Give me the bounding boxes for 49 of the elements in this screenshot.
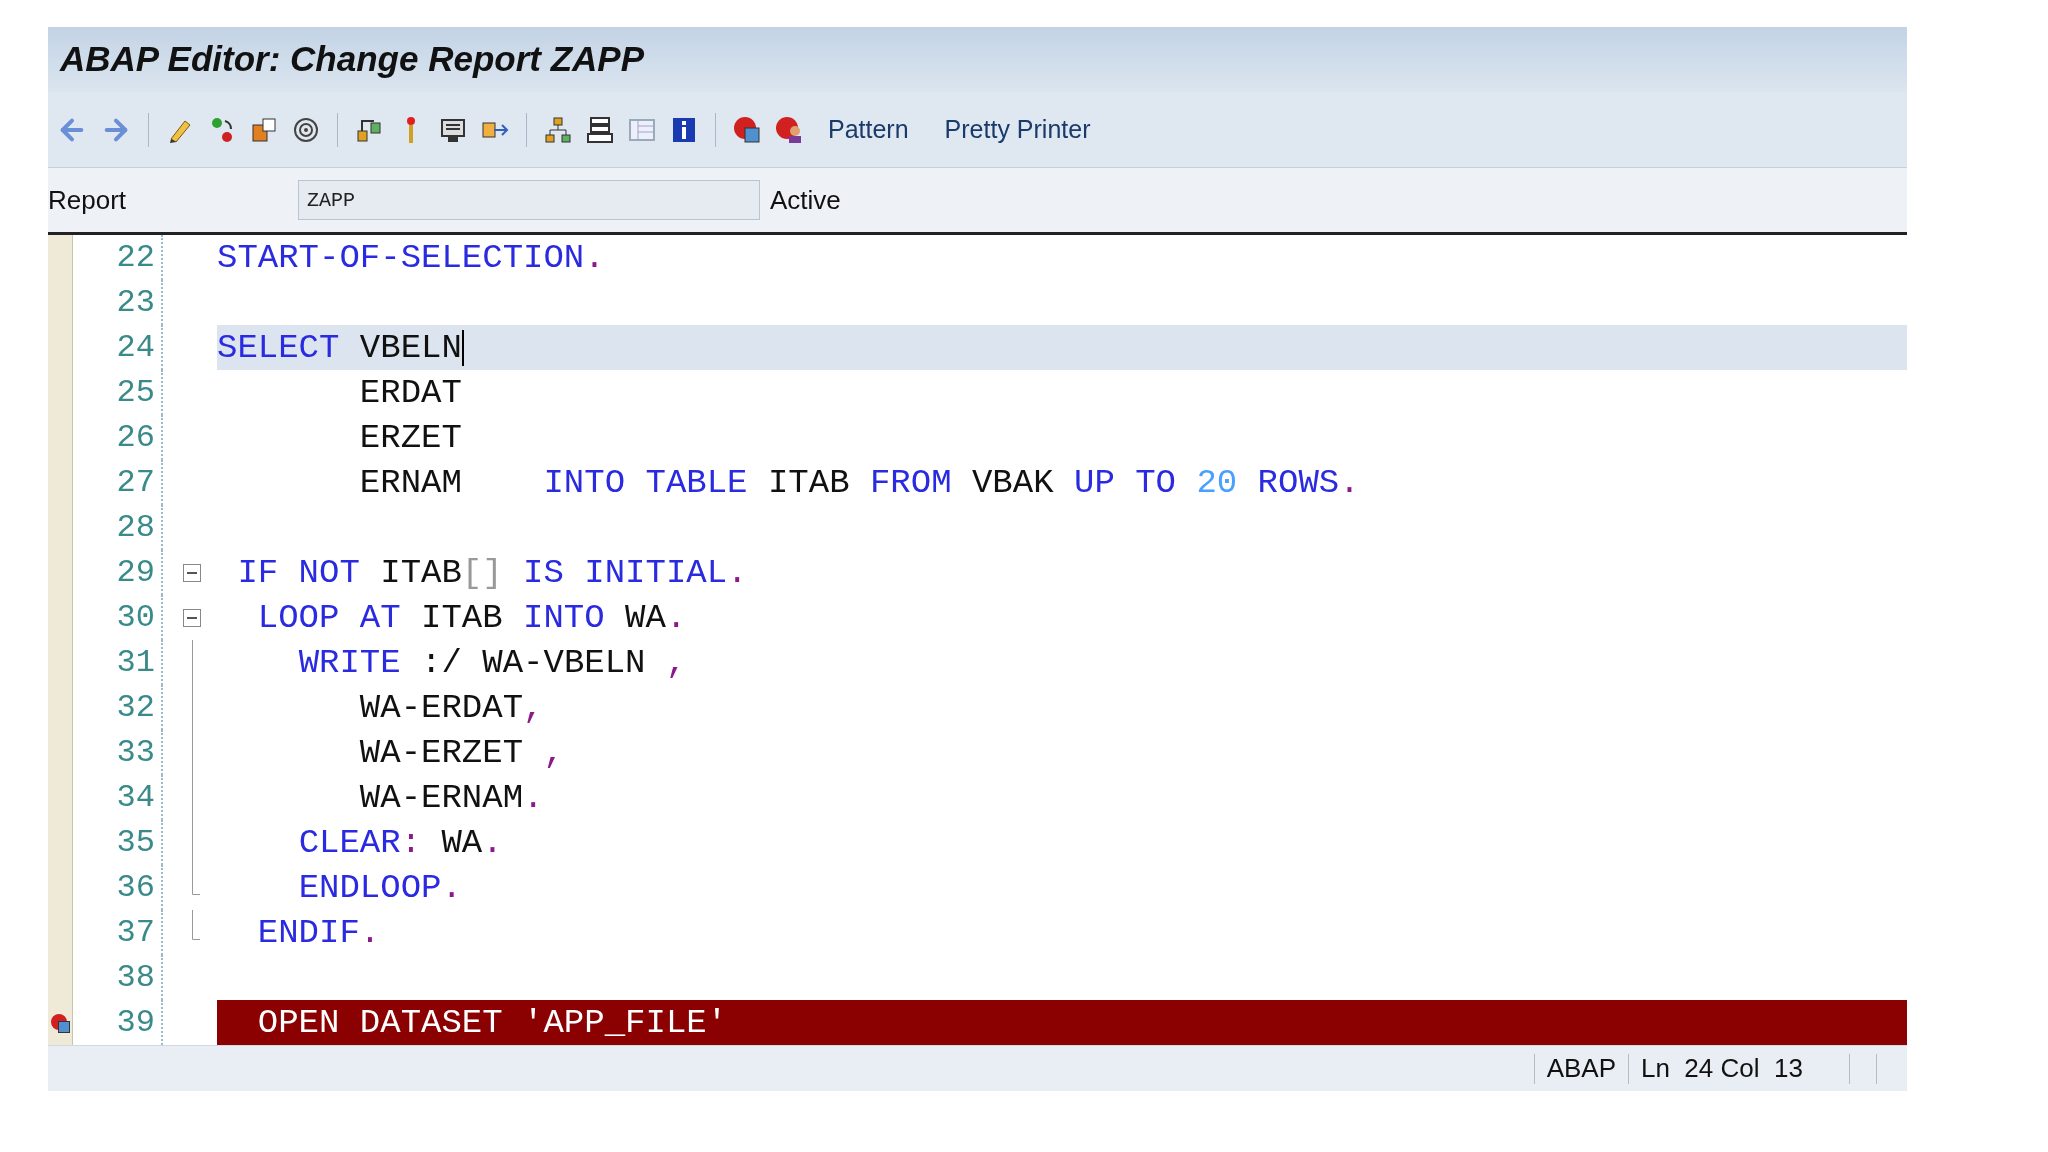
stack-icon[interactable]: [585, 114, 615, 145]
code-line: ENDIF.: [257, 915, 381, 950]
line-number: 36: [115, 867, 156, 908]
line-number: 33: [115, 732, 156, 773]
collapse-toggle-icon[interactable]: [183, 563, 201, 582]
line-number: 38: [115, 957, 156, 998]
text-cursor: [461, 329, 464, 366]
line-number: 39: [115, 1002, 156, 1043]
line-number: 27: [115, 462, 156, 503]
line-number: 28: [115, 507, 156, 548]
language-indicator: ABAP: [1545, 1052, 1617, 1085]
line-number: 31: [115, 642, 156, 683]
code-line: IF NOT ITAB[] IS INITIAL.: [237, 555, 748, 590]
line-number: 25: [115, 372, 156, 413]
stop-user-icon[interactable]: [774, 114, 804, 145]
toolbar-text-button[interactable]: Pattern: [816, 106, 921, 153]
code-line: WA-ERDAT,: [359, 690, 544, 725]
code-line: ERNAM INTO TABLE ITAB FROM VBAK UP TO 20 ROWS.: [359, 465, 1360, 500]
code-line: OPEN DATASET 'APP_FILE': [257, 1005, 728, 1040]
code-line: WRITE :/ WA-VBELN ,: [298, 645, 687, 680]
line-number: 29: [115, 552, 156, 593]
code-line: SELECT VBELN: [217, 330, 462, 365]
line-number: 30: [115, 597, 156, 638]
line-number: 35: [115, 822, 156, 863]
code-line: LOOP AT ITAB INTO WA.: [257, 600, 687, 635]
cursor-position: Ln 24 Col 13: [1640, 1052, 1804, 1085]
code-line: CLEAR: WA.: [298, 825, 503, 860]
line-number: 23: [115, 282, 156, 323]
code-line: ERZET: [359, 420, 462, 455]
code-line: ENDLOOP.: [298, 870, 462, 905]
stop-marker-icon: [49, 1011, 71, 1034]
report-field[interactable]: ZAPP: [298, 180, 760, 220]
code-line: WA-ERNAM.: [359, 780, 544, 815]
line-number: 34: [115, 777, 156, 818]
line-number: 22: [115, 237, 156, 278]
status-text: Active: [770, 183, 841, 217]
collapse-toggle-icon[interactable]: [183, 608, 201, 627]
line-number: 32: [115, 687, 156, 728]
line-number: 37: [115, 912, 156, 953]
field-label: Report: [48, 183, 128, 217]
line-number: 26: [115, 417, 156, 458]
tree-icon[interactable]: [543, 114, 573, 145]
code-line: START-OF-SELECTION.: [217, 240, 605, 275]
line-number: 24: [115, 327, 156, 368]
stop-icon[interactable]: [732, 114, 762, 145]
code-line: ERDAT: [359, 375, 462, 410]
window-title: ABAP Editor: Change Report ZAPP: [60, 38, 644, 81]
toolbar-text-button[interactable]: Pretty Printer: [932, 106, 1103, 153]
code-line: WA-ERZET ,: [359, 735, 564, 770]
